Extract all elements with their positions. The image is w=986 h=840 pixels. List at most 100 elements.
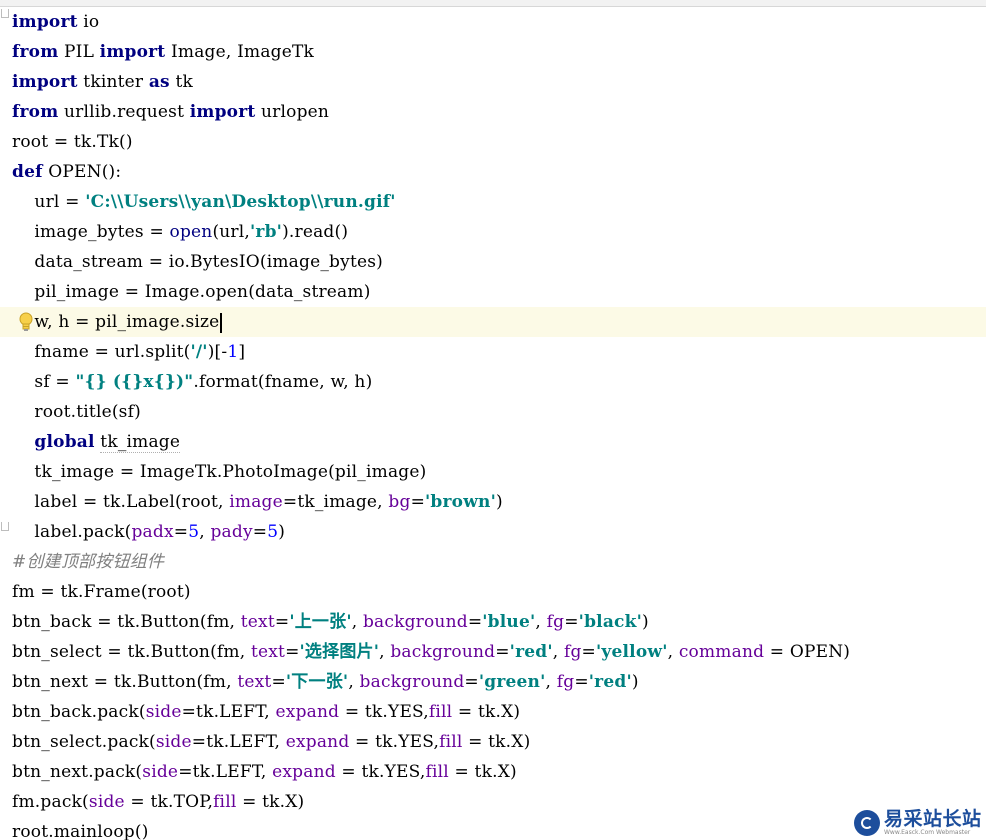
code-token: label.pack( bbox=[12, 522, 132, 542]
code-token: side bbox=[88, 792, 125, 812]
code-line[interactable]: root = tk.Tk() bbox=[0, 127, 986, 157]
editor-top-border bbox=[0, 0, 986, 7]
code-line[interactable]: tk_image = ImageTk.PhotoImage(pil_image) bbox=[0, 457, 986, 487]
code-token: = bbox=[581, 642, 596, 662]
code-token: = bbox=[252, 522, 268, 542]
code-token: text bbox=[250, 642, 286, 662]
code-token: label = tk.Label(root, bbox=[12, 492, 230, 512]
code-token: PIL bbox=[58, 42, 100, 62]
code-token: btn_select = tk.Button(fm, bbox=[12, 642, 251, 662]
code-token: = bbox=[564, 612, 579, 632]
code-line[interactable]: btn_select.pack(side=tk.LEFT, expand = t… bbox=[0, 727, 986, 757]
code-line[interactable]: url = 'C:\\Users\\yan\Desktop\\run.gif' bbox=[0, 187, 986, 217]
code-line[interactable]: label = tk.Label(root, image=tk_image, b… bbox=[0, 487, 986, 517]
code-token: urllib.request bbox=[58, 102, 190, 122]
code-line[interactable]: fname = url.split('/')[-1] bbox=[0, 337, 986, 367]
code-line[interactable]: btn_next = tk.Button(fm, text='下一张', bac… bbox=[0, 667, 986, 697]
code-token: bg bbox=[388, 492, 411, 512]
code-token: ) bbox=[641, 612, 649, 632]
lightbulb-icon[interactable] bbox=[18, 311, 34, 333]
watermark-subtitle: Www.Easck.Com Webmaster bbox=[884, 829, 971, 836]
code-token: = bbox=[467, 612, 483, 632]
code-token: ] bbox=[238, 342, 246, 362]
code-token: 'black' bbox=[578, 612, 642, 632]
code-token: root.title(sf) bbox=[12, 402, 141, 422]
code-line[interactable]: pil_image = Image.open(data_stream) bbox=[0, 277, 986, 307]
code-token: as bbox=[148, 72, 170, 92]
code-token: OPEN(): bbox=[42, 162, 122, 182]
code-token: =tk_image, bbox=[282, 492, 389, 512]
code-token: fg bbox=[563, 642, 582, 662]
code-line[interactable]: btn_back = tk.Button(fm, text='上一张', bac… bbox=[0, 607, 986, 637]
code-line[interactable]: global tk_image bbox=[0, 427, 986, 457]
code-line[interactable]: def OPEN(): bbox=[0, 157, 986, 187]
code-token: fill bbox=[213, 792, 237, 812]
code-line[interactable]: from urllib.request import urlopen bbox=[0, 97, 986, 127]
code-token: fill bbox=[425, 762, 449, 782]
code-token: url = bbox=[12, 192, 86, 212]
code-token: btn_back.pack( bbox=[12, 702, 146, 722]
text-caret bbox=[220, 312, 223, 333]
code-token: btn_next = tk.Button(fm, bbox=[12, 672, 238, 692]
code-line[interactable]: btn_back.pack(side=tk.LEFT, expand = tk.… bbox=[0, 697, 986, 727]
code-token: from bbox=[12, 42, 59, 62]
code-line[interactable]: import tkinter as tk bbox=[0, 67, 986, 97]
code-token: = tk.TOP, bbox=[124, 792, 214, 812]
code-token: from bbox=[12, 102, 59, 122]
code-token: )[- bbox=[207, 342, 228, 362]
code-token: io bbox=[77, 12, 100, 32]
code-token: import bbox=[12, 12, 78, 32]
code-token: = bbox=[410, 492, 426, 512]
code-token: = tk.X) bbox=[236, 792, 305, 812]
code-token: 'blue' bbox=[482, 612, 536, 632]
code-token: fill bbox=[439, 732, 463, 752]
code-line[interactable]: sf = "{} ({}x{})".format(fname, w, h) bbox=[0, 367, 986, 397]
code-token: = tk.YES, bbox=[339, 702, 429, 722]
code-token: expand bbox=[272, 762, 336, 782]
code-token: = OPEN) bbox=[764, 642, 851, 662]
code-token: fg bbox=[546, 612, 565, 632]
code-line[interactable]: w, h = pil_image.size bbox=[0, 307, 986, 337]
code-token: '选择图片' bbox=[299, 642, 380, 662]
code-line[interactable]: image_bytes = open(url,'rb').read() bbox=[0, 217, 986, 247]
code-token: import bbox=[189, 102, 256, 122]
code-area[interactable]: import io from PIL import Image, ImageTk i… bbox=[0, 7, 986, 840]
code-token: , bbox=[535, 612, 547, 632]
code-token: , bbox=[379, 642, 391, 662]
code-editor[interactable]: import io from PIL import Image, ImageTk i… bbox=[0, 0, 986, 840]
code-line[interactable]: label.pack(padx=5, pady=5) bbox=[0, 517, 986, 547]
code-token: fm.pack( bbox=[12, 792, 89, 812]
code-line[interactable]: import io bbox=[0, 7, 986, 37]
code-token: tk_image = ImageTk.PhotoImage(pil_image) bbox=[12, 462, 427, 482]
code-token: 1 bbox=[227, 342, 239, 362]
code-line[interactable]: btn_next.pack(side=tk.LEFT, expand = tk.… bbox=[0, 757, 986, 787]
code-token: import bbox=[99, 42, 166, 62]
code-line[interactable]: root.title(sf) bbox=[0, 397, 986, 427]
code-token: background bbox=[359, 672, 465, 692]
code-token: command bbox=[678, 642, 765, 662]
code-token: 5 bbox=[267, 522, 279, 542]
code-token: = tk.X) bbox=[462, 732, 531, 752]
code-token: expand bbox=[285, 732, 350, 752]
code-line[interactable]: #创建顶部按钮组件 bbox=[0, 547, 986, 577]
code-token: expand bbox=[275, 702, 340, 722]
code-line[interactable]: btn_select = tk.Button(fm, text='选择图片', … bbox=[0, 637, 986, 667]
code-token: = tk.YES, bbox=[349, 732, 440, 752]
code-token: btn_select.pack( bbox=[12, 732, 156, 752]
code-line[interactable]: data_stream = io.BytesIO(image_bytes) bbox=[0, 247, 986, 277]
code-line[interactable]: fm.pack(side = tk.TOP,fill = tk.X) bbox=[0, 787, 986, 817]
code-token: 'yellow' bbox=[596, 642, 668, 662]
code-token: #创建顶部按钮组件 bbox=[12, 552, 165, 572]
code-token: 'brown' bbox=[425, 492, 497, 512]
code-token: = bbox=[285, 642, 300, 662]
code-token: root = tk.Tk() bbox=[12, 132, 133, 152]
code-token: text bbox=[240, 612, 275, 632]
code-token: , bbox=[545, 672, 557, 692]
code-token: tk_image bbox=[100, 432, 181, 453]
code-token: =tk.LEFT, bbox=[191, 732, 286, 752]
code-token: side bbox=[155, 732, 192, 752]
code-token: tk bbox=[169, 72, 193, 92]
code-line[interactable]: root.mainloop() bbox=[0, 817, 986, 840]
code-line[interactable]: from PIL import Image, ImageTk bbox=[0, 37, 986, 67]
code-line[interactable]: fm = tk.Frame(root) bbox=[0, 577, 986, 607]
